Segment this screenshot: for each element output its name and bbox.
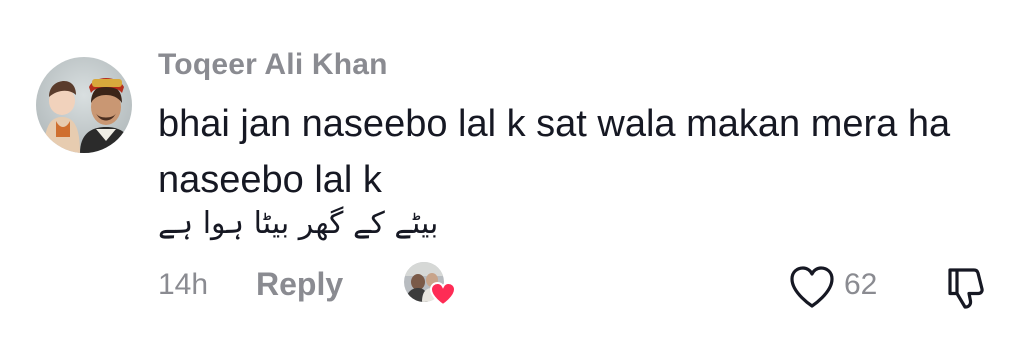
creator-liked-indicator (404, 262, 457, 308)
reply-button[interactable]: Reply (256, 266, 343, 303)
like-count: 62 (844, 268, 878, 301)
comment-username[interactable]: Toqeer Ali Khan (158, 48, 388, 82)
comment-text: bhai jan naseebo lal k sat wala makan me… (158, 103, 951, 201)
comment-urdu-text: بیٹے کے گھر بیٹا ہوا ہے (158, 206, 439, 241)
thumbs-down-icon (948, 268, 984, 309)
creator-liked-heart-icon (429, 281, 457, 307)
user-avatar[interactable] (36, 57, 132, 153)
like-button[interactable] (788, 264, 836, 310)
dislike-button[interactable] (942, 262, 992, 312)
heart-outline-icon (790, 266, 834, 308)
comment-timestamp: 14h (158, 268, 209, 301)
